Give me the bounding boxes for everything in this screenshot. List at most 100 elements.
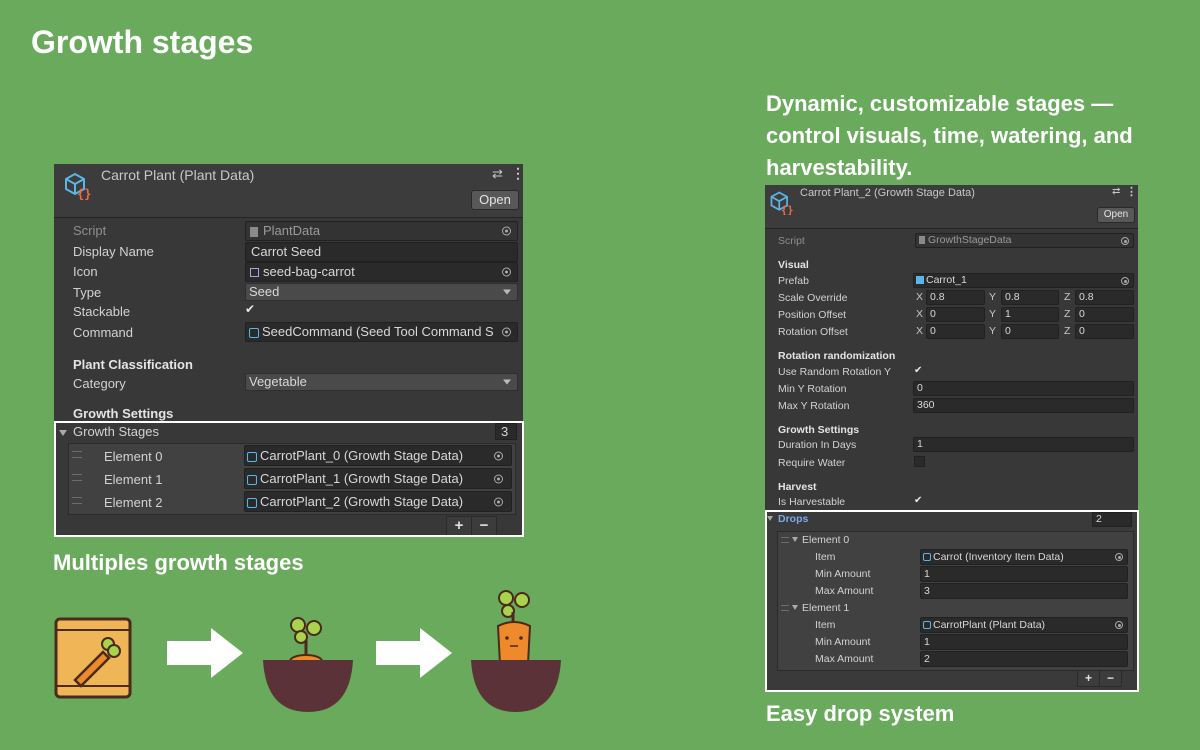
min-y-rotation-label: Min Y Rotation <box>778 383 847 395</box>
scriptable-object-icon <box>249 327 259 338</box>
use-random-rotation-label: Use Random Rotation Y <box>778 366 892 378</box>
scale-z-input[interactable]: 0.8 <box>1075 290 1134 305</box>
require-water-checkbox[interactable] <box>914 456 925 467</box>
display-name-input[interactable]: Carrot Seed <box>245 242 518 262</box>
position-x-input[interactable]: 0 <box>926 307 985 322</box>
max-y-rotation-input[interactable]: 360 <box>913 398 1134 413</box>
category-value: Vegetable <box>249 374 307 389</box>
arrow-right-icon <box>167 628 243 678</box>
script-value: PlantData <box>263 223 321 238</box>
min-y-rotation-input[interactable]: 0 <box>913 381 1134 396</box>
icon-label: Icon <box>73 264 98 279</box>
rotation-z-input[interactable]: 0 <box>1075 324 1134 339</box>
z-axis-label: Z <box>1064 325 1071 337</box>
page-title: Growth stages <box>31 24 254 60</box>
prefab-label: Prefab <box>778 275 809 287</box>
rotation-offset-label: Rotation Offset <box>778 326 848 338</box>
display-name-label: Display Name <box>73 244 154 259</box>
scale-x-input[interactable]: 0.8 <box>926 290 985 305</box>
max-y-rotation-label: Max Y Rotation <box>778 400 850 412</box>
category-dropdown[interactable]: Vegetable <box>245 373 518 391</box>
z-axis-label: Z <box>1064 291 1071 303</box>
z-axis-label: Z <box>1064 308 1071 320</box>
object-picker-icon[interactable] <box>502 267 511 277</box>
icon-field[interactable]: seed-bag-carrot <box>245 262 518 282</box>
svg-text:{}: {} <box>77 187 91 200</box>
open-button[interactable]: Open <box>471 190 519 210</box>
svg-text:{}: {} <box>781 204 794 215</box>
prefab-field[interactable]: Carrot_1 <box>913 273 1134 288</box>
stackable-label: Stackable <box>73 304 131 319</box>
object-picker-icon[interactable] <box>1121 276 1129 285</box>
harvest-header: Harvest <box>778 481 817 493</box>
feature-description: Dynamic, customizable stages — control v… <box>766 91 1133 180</box>
command-value: SeedCommand (Seed Tool Command S <box>262 324 494 339</box>
is-harvestable-label: Is Harvestable <box>778 496 846 508</box>
header-settings-icon[interactable]: ⇄ <box>1112 186 1120 197</box>
stackable-checkbox[interactable]: ✔ <box>245 303 258 316</box>
kebab-menu-icon[interactable]: ⋮ <box>511 165 525 182</box>
scale-override-label: Scale Override <box>778 292 848 304</box>
arrow-right-icon <box>376 628 452 678</box>
require-water-label: Require Water <box>778 457 846 469</box>
inspector-header: {} Carrot Plant (Plant Data) ⇄ ⋮ Open <box>54 164 525 218</box>
scriptable-object-icon: {} <box>770 191 794 215</box>
object-picker-icon[interactable] <box>1121 236 1129 245</box>
position-y-input[interactable]: 1 <box>1001 307 1059 322</box>
type-dropdown[interactable]: Seed <box>245 283 518 301</box>
use-random-rotation-checkbox[interactable]: ✔ <box>914 365 925 376</box>
x-axis-label: X <box>916 291 924 303</box>
script-file-icon <box>250 226 258 237</box>
scriptable-object-icon: {} <box>65 172 91 200</box>
growth-stages-highlight <box>54 421 524 537</box>
command-label: Command <box>73 325 133 340</box>
type-value: Seed <box>249 284 280 299</box>
script-label: Script <box>778 235 805 247</box>
sprite-icon <box>250 268 259 278</box>
grown-carrot-icon <box>471 590 561 712</box>
kebab-menu-icon[interactable]: ⋮ <box>1126 185 1137 198</box>
sprout-stage-icon <box>263 617 353 712</box>
y-axis-label: Y <box>989 325 997 337</box>
object-picker-icon[interactable] <box>502 226 511 236</box>
position-z-input[interactable]: 0 <box>1075 307 1134 322</box>
y-axis-label: Y <box>989 308 997 320</box>
plant-classification-header: Plant Classification <box>73 357 193 372</box>
duration-in-days-input[interactable]: 1 <box>913 437 1134 452</box>
growth-settings-header: Growth Settings <box>73 406 174 421</box>
growth-settings-header: Growth Settings <box>778 424 860 436</box>
rotation-y-input[interactable]: 0 <box>1001 324 1059 339</box>
inspector-header: {} Carrot Plant_2 (Growth Stage Data) ⇄ … <box>765 185 1138 229</box>
script-label: Script <box>73 223 107 238</box>
open-button[interactable]: Open <box>1097 207 1135 223</box>
category-label: Category <box>73 376 126 391</box>
duration-in-days-label: Duration In Days <box>778 439 857 451</box>
drops-highlight <box>765 510 1139 692</box>
inspector-title: Carrot Plant (Plant Data) <box>101 167 255 183</box>
icon-value: seed-bag-carrot <box>263 264 355 279</box>
multiple-stages-caption: Multiples growth stages <box>53 550 304 575</box>
position-offset-label: Position Offset <box>778 309 847 321</box>
header-settings-icon[interactable]: ⇄ <box>492 166 503 182</box>
x-axis-label: X <box>916 325 924 337</box>
x-axis-label: X <box>916 308 924 320</box>
is-harvestable-checkbox[interactable]: ✔ <box>914 495 925 506</box>
object-picker-icon[interactable] <box>502 327 511 337</box>
rotation-randomization-header: Rotation randomization <box>778 350 896 362</box>
command-field[interactable]: SeedCommand (Seed Tool Command S <box>245 322 518 342</box>
y-axis-label: Y <box>989 291 997 303</box>
script-field: GrowthStageData <box>915 233 1134 248</box>
script-file-icon <box>919 236 925 245</box>
prefab-value: Carrot_1 <box>926 274 967 286</box>
rotation-x-input[interactable]: 0 <box>926 324 985 339</box>
script-field: PlantData <box>245 221 518 241</box>
chevron-down-icon <box>503 379 511 385</box>
inspector-title: Carrot Plant_2 (Growth Stage Data) <box>800 187 975 199</box>
type-label: Type <box>73 285 102 300</box>
script-value: GrowthStageData <box>928 234 1012 246</box>
visual-header: Visual <box>778 259 809 271</box>
drop-system-caption: Easy drop system <box>766 701 955 726</box>
prefab-icon <box>916 276 924 285</box>
scale-y-input[interactable]: 0.8 <box>1001 290 1059 305</box>
seed-bag-icon <box>54 617 132 699</box>
